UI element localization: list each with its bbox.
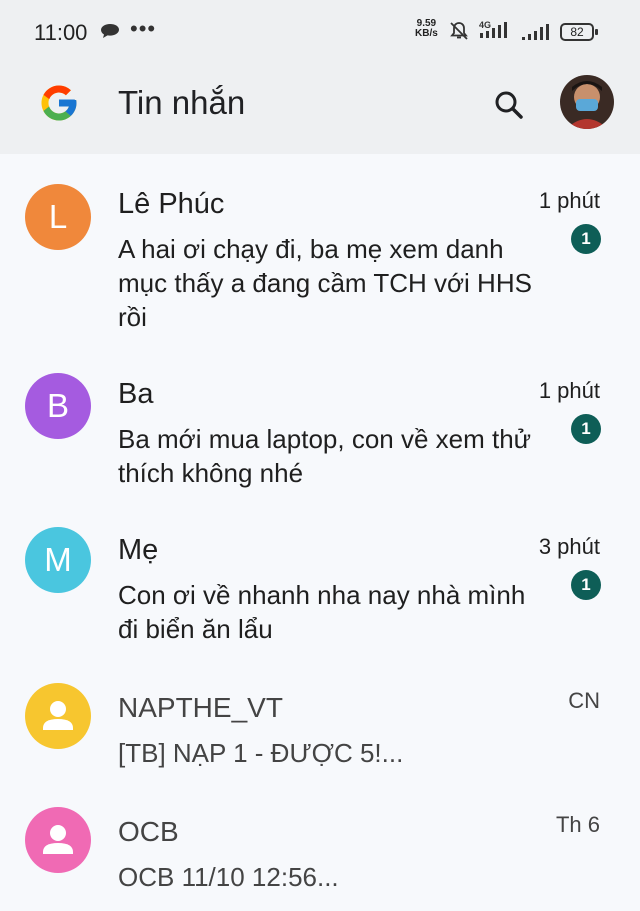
message-snippet: Ba mới mua laptop, con về xem thử thích … [118, 424, 532, 488]
conversation-item[interactable]: OCB OCB 11/10 12:56... Th 6 [0, 780, 640, 911]
message-snippet: Con ơi về nhanh nha nay nhà mình đi biển… [118, 580, 526, 644]
bell-off-icon [450, 22, 468, 40]
message-time: CN [568, 688, 600, 713]
contact-name: Mẹ [118, 534, 159, 566]
contact-name: OCB [118, 816, 179, 847]
contact-avatar: B [25, 373, 91, 439]
unread-badge: 1 [571, 224, 601, 254]
more-notifications-icon: ••• [130, 16, 157, 41]
person-icon [43, 825, 73, 854]
contact-name: Lê Phúc [118, 188, 225, 220]
account-avatar[interactable] [560, 75, 614, 129]
chat-bubble-icon [101, 24, 119, 38]
unread-badge: 1 [571, 570, 601, 600]
message-snippet: [TB] NẠP 1 - ĐƯỢC 5!... [118, 738, 404, 768]
account-photo [560, 75, 614, 129]
status-time: 11:00 [34, 20, 88, 45]
contact-name: Ba [118, 378, 154, 410]
speed-unit: KB/s [415, 28, 438, 39]
signal-icon [522, 24, 549, 40]
person-icon [43, 701, 73, 730]
unread-badge: 1 [571, 414, 601, 444]
avatar-initial: M [44, 541, 72, 578]
contact-name: NAPTHE_VT [118, 692, 283, 723]
battery-icon: 82 [560, 23, 598, 41]
network-speed: 9.59 KB/s [415, 19, 438, 39]
message-snippet: A hai ơi chạy đi, ba mẹ xem danh mục thấ… [118, 234, 532, 332]
avatar-initial: B [46, 387, 69, 424]
status-bar: 11:00 ••• 9.59 KB/s 4G 82 [0, 0, 640, 62]
message-time: Th 6 [555, 812, 600, 837]
message-time: 3 phút [538, 534, 600, 559]
conversation-item[interactable]: M Mẹ Con ơi về nhanh nha nay nhà mình đi… [0, 500, 640, 654]
conversation-item[interactable]: NAPTHE_VT [TB] NẠP 1 - ĐƯỢC 5!... CN [0, 654, 640, 780]
message-time: 1 phút [538, 188, 600, 213]
contact-avatar [25, 683, 91, 749]
conversation-item[interactable]: L Lê Phúc A hai ơi chạy đi, ba mẹ xem da… [0, 154, 640, 344]
contact-avatar: M [25, 527, 91, 593]
message-snippet: OCB 11/10 12:56... [118, 862, 339, 892]
battery-level: 82 [570, 25, 584, 39]
signal-4g-icon: 4G [479, 20, 507, 38]
contact-avatar [25, 807, 91, 873]
page-title: Tin nhắn [118, 84, 246, 121]
avatar-initial: L [48, 198, 68, 235]
search-icon[interactable] [490, 86, 528, 124]
google-g-icon [41, 85, 77, 121]
network-type: 4G [479, 20, 491, 30]
conversation-item[interactable]: B Ba Ba mới mua laptop, con về xem thử t… [0, 344, 640, 500]
message-time: 1 phút [538, 378, 600, 403]
contact-avatar: L [25, 184, 91, 250]
app-bar: Tin nhắn [0, 62, 640, 154]
